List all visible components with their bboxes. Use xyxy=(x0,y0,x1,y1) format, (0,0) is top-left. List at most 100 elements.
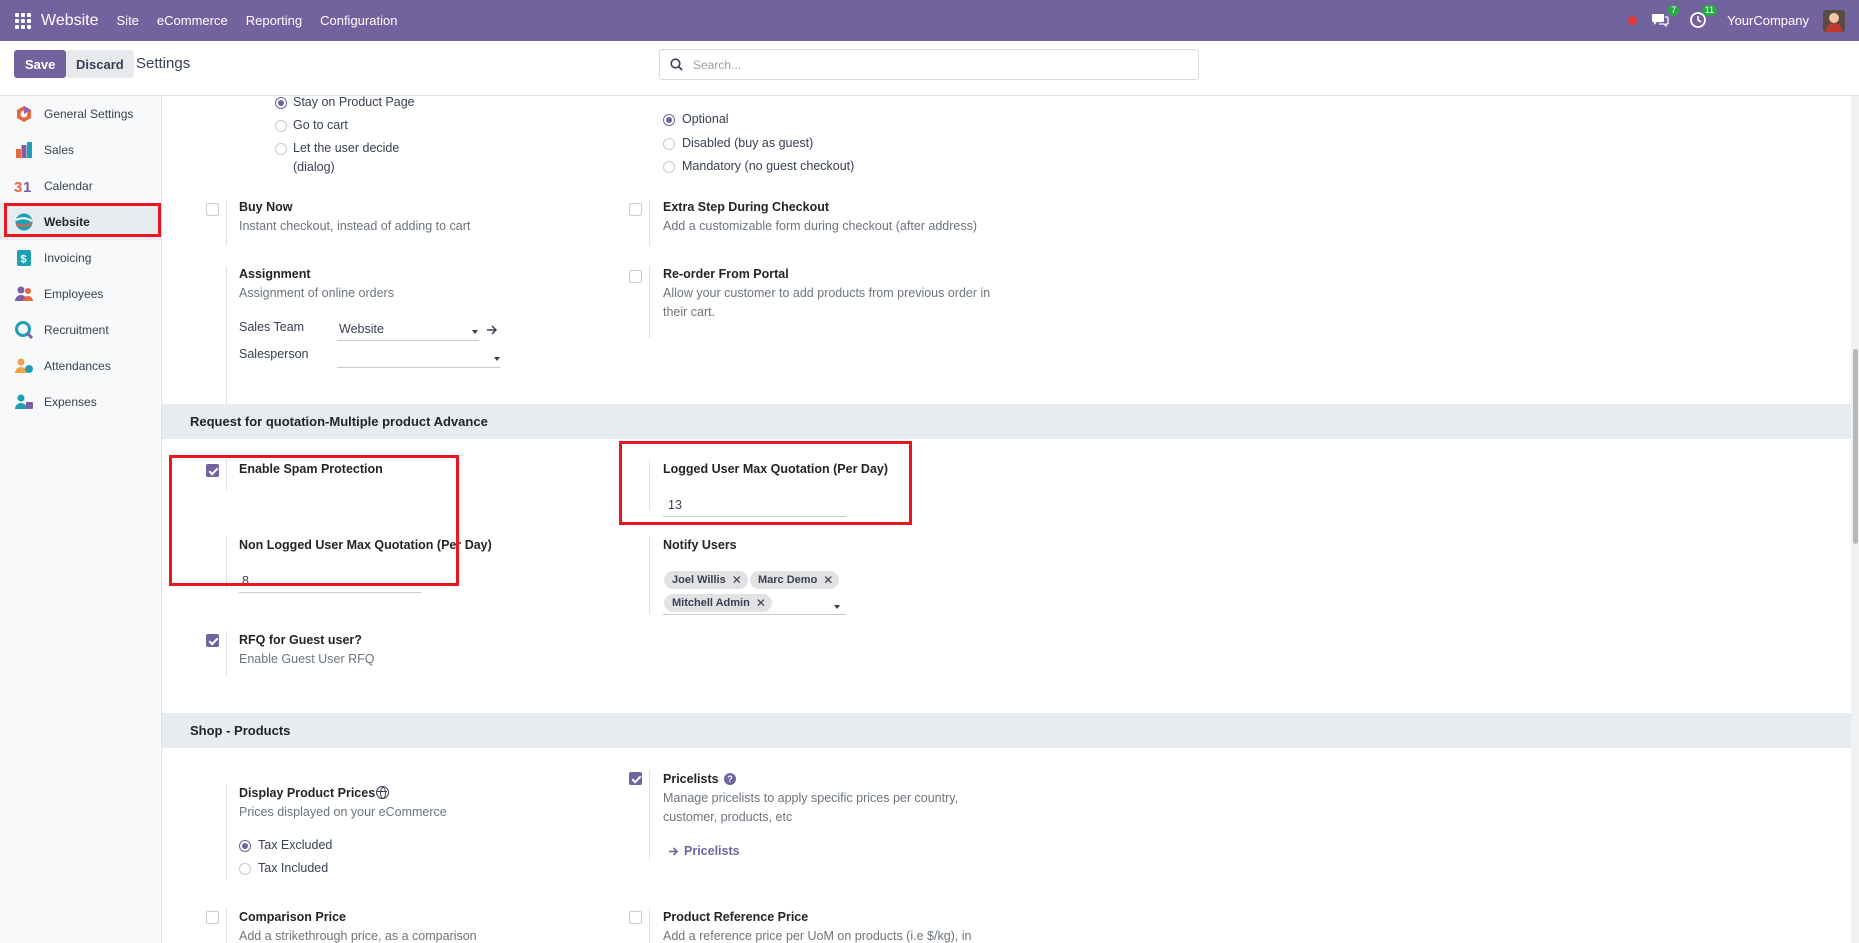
attendances-icon xyxy=(14,356,34,376)
setting-description: Enable Guest User RFQ xyxy=(239,652,375,666)
messages-icon[interactable]: 7 xyxy=(1651,4,1680,31)
recording-indicator-icon[interactable] xyxy=(1628,16,1638,25)
user-tag: Mitchell Admin ✕ xyxy=(664,594,772,612)
radio-let-user-decide[interactable] xyxy=(275,143,287,155)
internal-link-arrow-icon[interactable] xyxy=(486,324,498,336)
setting-divider xyxy=(226,266,227,406)
sales-team-value[interactable]: Website xyxy=(339,322,384,336)
employees-icon xyxy=(14,284,34,304)
setting-divider xyxy=(649,266,650,338)
radio-disabled-guest[interactable] xyxy=(663,138,675,150)
rfq-guest-checkbox[interactable] xyxy=(206,634,219,647)
close-icon[interactable]: ✕ xyxy=(823,573,833,587)
menu-configuration[interactable]: Configuration xyxy=(320,13,397,28)
website-highlight-box xyxy=(4,203,161,237)
menu-ecommerce[interactable]: eCommerce xyxy=(157,13,228,28)
pricelists-link[interactable]: Pricelists xyxy=(684,844,740,858)
sidebar-item-general-settings[interactable]: General Settings xyxy=(0,96,161,132)
setting-divider xyxy=(649,908,650,943)
expenses-icon xyxy=(14,392,34,412)
notify-users-field[interactable] xyxy=(663,614,846,615)
activities-clock-icon[interactable]: 11 xyxy=(1689,4,1718,31)
messages-badge: 7 xyxy=(1668,4,1680,16)
setting-title: Pricelists xyxy=(663,772,719,786)
settings-search[interactable] xyxy=(659,49,1199,80)
menu-site[interactable]: Site xyxy=(117,13,139,28)
user-tag: Joel Willis ✕ xyxy=(664,571,748,589)
user-tag: Marc Demo ✕ xyxy=(750,571,840,589)
reorder-checkbox[interactable] xyxy=(629,270,642,283)
sales-team-field[interactable] xyxy=(337,340,479,341)
scrollbar-thumb[interactable] xyxy=(1853,349,1858,544)
apps-menu-icon[interactable] xyxy=(15,12,31,29)
svg-text:3: 3 xyxy=(14,179,22,196)
setting-description: Manage pricelists to apply specific pric… xyxy=(663,791,959,805)
setting-divider xyxy=(649,200,650,246)
extra-step-checkbox[interactable] xyxy=(629,203,642,216)
setting-description: their cart. xyxy=(663,305,716,319)
salesperson-field[interactable] xyxy=(337,367,501,368)
chevron-down-icon[interactable] xyxy=(472,330,478,334)
radio-mandatory[interactable] xyxy=(663,161,675,173)
setting-divider xyxy=(226,631,227,677)
section-title: Request for quotation-Multiple product A… xyxy=(190,414,488,429)
setting-description: Add a customizable form during checkout … xyxy=(663,219,978,233)
setting-title: Extra Step During Checkout xyxy=(663,200,829,214)
close-icon[interactable]: ✕ xyxy=(732,573,742,587)
radio-label: Tax Excluded xyxy=(258,838,333,852)
radio-label: Let the user decide xyxy=(293,141,400,155)
sidebar-item-label: Employees xyxy=(44,287,104,301)
radio-stay-on-product-page[interactable] xyxy=(275,97,287,109)
pricelists-checkbox[interactable] xyxy=(629,772,642,785)
help-icon[interactable]: ? xyxy=(724,773,736,785)
non-logged-max-field[interactable] xyxy=(239,592,421,593)
chevron-down-icon[interactable] xyxy=(834,605,840,609)
sidebar-item-sales[interactable]: Sales xyxy=(0,132,161,168)
user-avatar[interactable] xyxy=(1823,9,1845,32)
tag-label: Mitchell Admin xyxy=(672,597,750,609)
close-icon[interactable]: ✕ xyxy=(756,596,766,610)
highlight-box-logged-max xyxy=(619,441,912,525)
radio-tax-included[interactable] xyxy=(239,863,251,875)
sidebar-item-label: Expenses xyxy=(44,395,97,409)
top-navbar: Website Site eCommerce Reporting Configu… xyxy=(0,0,1859,41)
radio-optional[interactable] xyxy=(663,114,675,126)
sidebar-item-recruitment[interactable]: Recruitment xyxy=(0,312,161,348)
sidebar-item-label: Invoicing xyxy=(44,251,92,265)
radio-label: Stay on Product Page xyxy=(293,96,415,109)
globe-icon xyxy=(376,786,389,799)
reference-price-checkbox[interactable] xyxy=(629,911,642,924)
sidebar-item-calendar[interactable]: 31 Calendar xyxy=(0,168,161,204)
sidebar-item-label: General Settings xyxy=(44,107,134,121)
chevron-down-icon[interactable] xyxy=(494,357,500,361)
setting-description: customer, products, etc xyxy=(663,810,793,824)
setting-title: Assignment xyxy=(239,267,311,281)
comparison-price-checkbox[interactable] xyxy=(206,911,219,924)
tag-label: Joel Willis xyxy=(672,574,726,586)
app-brand[interactable]: Website xyxy=(41,12,99,30)
radio-label-continued: (dialog) xyxy=(293,160,335,174)
save-button[interactable]: Save xyxy=(14,50,67,78)
buy-now-checkbox[interactable] xyxy=(206,203,219,216)
discard-button[interactable]: Discard xyxy=(66,50,134,78)
radio-label: Tax Included xyxy=(258,861,329,875)
radio-label: Optional xyxy=(682,112,729,126)
vertical-scrollbar[interactable] xyxy=(1851,96,1859,943)
setting-description: Assignment of online orders xyxy=(239,286,394,300)
sidebar-item-employees[interactable]: Employees xyxy=(0,276,161,312)
setting-title: Re-order From Portal xyxy=(663,267,789,281)
company-switcher[interactable]: YourCompany xyxy=(1727,13,1809,28)
setting-description: Add a reference price per UoM on product… xyxy=(663,929,972,943)
menu-reporting[interactable]: Reporting xyxy=(246,13,302,28)
sidebar-item-attendances[interactable]: Attendances xyxy=(0,348,161,384)
setting-description: Instant checkout, instead of adding to c… xyxy=(239,219,471,233)
radio-tax-excluded[interactable] xyxy=(239,840,251,852)
sidebar-item-invoicing[interactable]: $ Invoicing xyxy=(0,240,161,276)
sidebar-item-expenses[interactable]: Expenses xyxy=(0,384,161,420)
settings-content: Stay on Product Page Go to cart Let the … xyxy=(162,96,1859,943)
control-panel: Save Discard Settings xyxy=(0,41,1859,96)
radio-go-to-cart[interactable] xyxy=(275,120,287,132)
sales-icon xyxy=(14,140,34,160)
setting-title: Product Reference Price xyxy=(663,910,809,924)
search-input[interactable] xyxy=(693,57,1173,72)
